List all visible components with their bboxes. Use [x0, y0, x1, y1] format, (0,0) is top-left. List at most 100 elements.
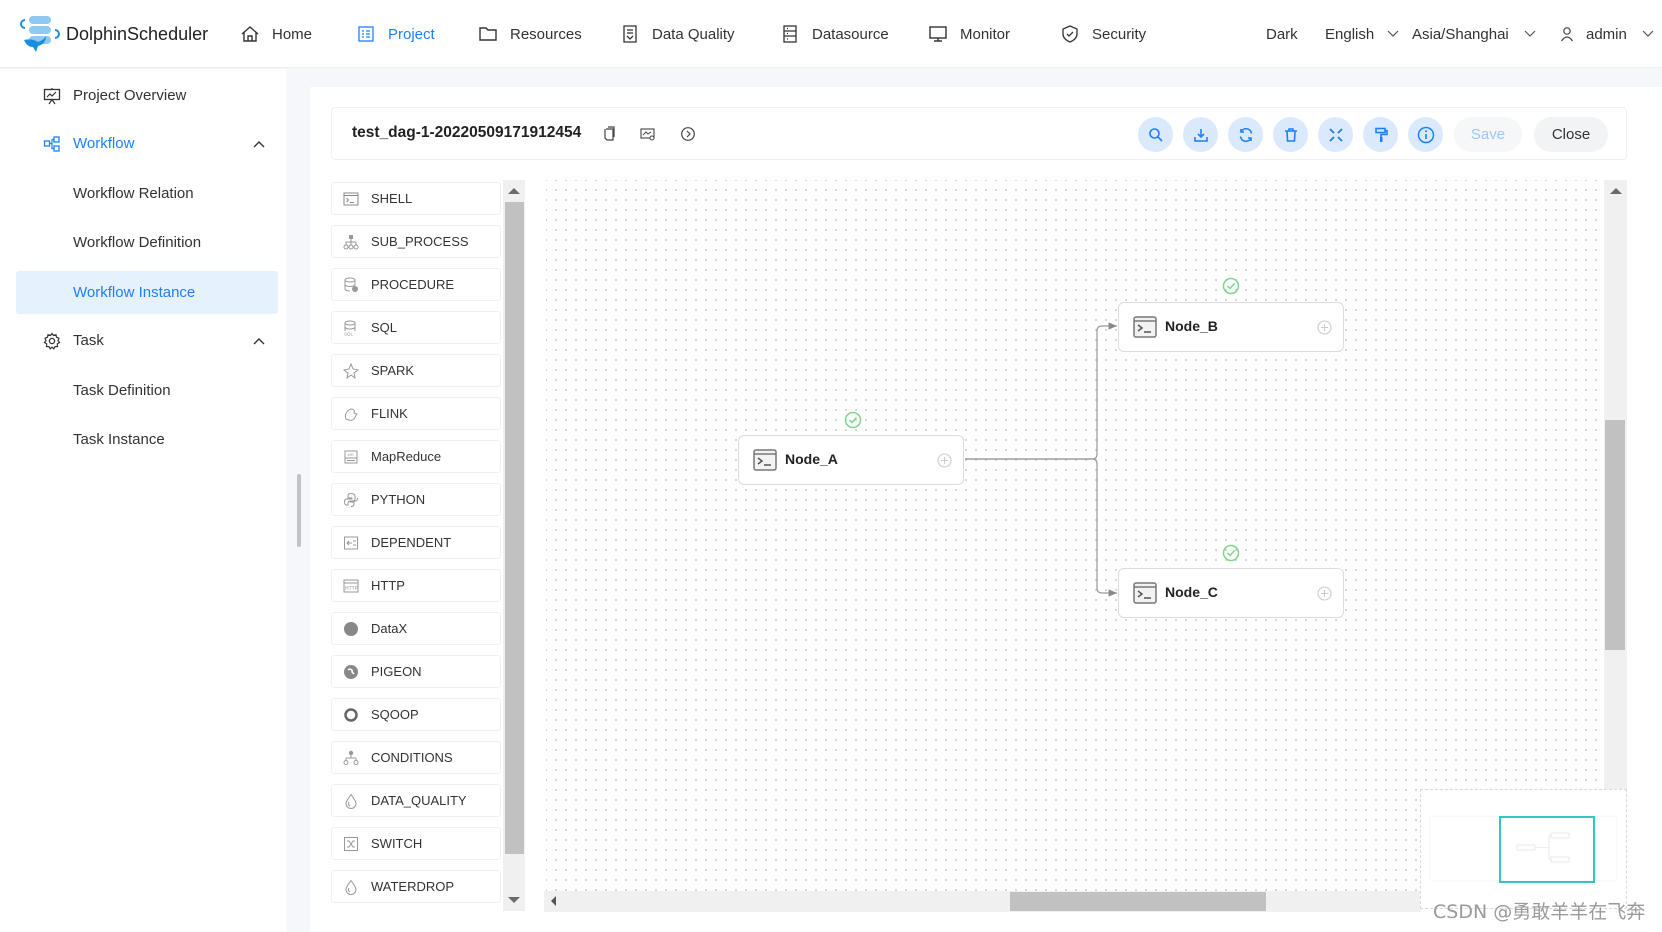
scrollbar-thumb[interactable] — [505, 202, 524, 854]
sql-icon: SQL — [342, 319, 360, 337]
scrollbar-thumb[interactable] — [1605, 420, 1625, 650]
task-type-label: FLINK — [371, 406, 408, 421]
scroll-down-arrow-icon[interactable] — [508, 897, 520, 903]
node-name: Node_B — [1165, 318, 1218, 334]
sidebar-item-project-overview[interactable]: Project Overview — [16, 74, 278, 117]
canvas-vertical-scrollbar[interactable] — [1604, 180, 1627, 790]
task-type-http[interactable]: HTTP HTTP — [331, 569, 501, 602]
sidebar-item-workflow-relation[interactable]: Workflow Relation — [16, 172, 278, 215]
task-type-mapreduce[interactable]: MR MapReduce — [331, 440, 501, 473]
dag-canvas[interactable]: Node_A Node_B Node_C — [546, 180, 1604, 891]
user-dropdown[interactable]: admin — [1560, 20, 1655, 48]
run-startup-params-icon[interactable] — [679, 125, 697, 143]
task-list-scrollbar[interactable] — [503, 180, 525, 911]
task-type-datax[interactable]: DataX — [331, 612, 501, 645]
user-icon — [1560, 26, 1574, 42]
close-button[interactable]: Close — [1534, 117, 1608, 152]
info-button[interactable] — [1408, 117, 1443, 152]
task-type-dependent[interactable]: DEPENDENT — [331, 526, 501, 559]
task-type-flink[interactable]: FLINK — [331, 397, 501, 430]
language-dropdown[interactable]: English — [1325, 20, 1400, 48]
pigeon-icon — [342, 663, 360, 681]
add-downstream-icon[interactable] — [1317, 586, 1332, 601]
sidebar-item-task-definition[interactable]: Task Definition — [16, 369, 278, 412]
theme-label: Dark — [1266, 25, 1298, 43]
nav-project[interactable]: Project — [356, 20, 435, 48]
minimap-viewport[interactable] — [1499, 816, 1595, 883]
nav-data-quality-label: Data Quality — [652, 25, 735, 43]
task-type-python[interactable]: PYTHON — [331, 483, 501, 516]
nav-resources-label: Resources — [510, 25, 582, 43]
task-type-label: SWITCH — [371, 836, 423, 851]
task-type-label: SPARK — [371, 363, 415, 378]
nav-security[interactable]: Security — [1060, 20, 1146, 48]
sidebar-item-workflow-definition[interactable]: Workflow Definition — [16, 221, 278, 264]
scrollbar-thumb[interactable] — [1010, 892, 1266, 911]
view-variables-icon[interactable] — [639, 125, 657, 143]
theme-toggle[interactable]: Dark — [1266, 20, 1298, 48]
svg-text:HTTP: HTTP — [345, 586, 359, 592]
add-downstream-icon[interactable] — [937, 453, 952, 468]
dag-node[interactable]: Node_B — [1118, 302, 1344, 352]
sqoop-icon — [342, 706, 360, 724]
task-type-label: SQOOP — [371, 707, 419, 722]
nav-resources[interactable]: Resources — [478, 20, 582, 48]
task-type-switch[interactable]: SWITCH — [331, 827, 501, 860]
refresh-button[interactable] — [1228, 117, 1263, 152]
minimap[interactable] — [1420, 789, 1627, 909]
top-navigation-bar: DolphinScheduler Home Project Resources … — [0, 0, 1662, 68]
task-type-conditions[interactable]: CONDITIONS — [331, 741, 501, 774]
save-button[interactable]: Save — [1454, 117, 1522, 152]
format-button[interactable] — [1363, 117, 1398, 152]
dag-node[interactable]: Node_C — [1118, 568, 1344, 618]
chevron-up-icon[interactable] — [252, 137, 266, 151]
success-check-icon — [1222, 544, 1240, 562]
search-button[interactable] — [1138, 117, 1173, 152]
workflow-icon — [42, 134, 62, 154]
folder-icon — [478, 24, 498, 44]
task-type-sqoop[interactable]: SQOOP — [331, 698, 501, 731]
timezone-label: Asia/Shanghai — [1412, 25, 1509, 43]
nav-datasource[interactable]: Datasource — [780, 20, 889, 48]
fullscreen-button[interactable] — [1318, 117, 1353, 152]
chevron-up-icon[interactable] — [252, 334, 266, 348]
shell-icon — [1133, 582, 1157, 604]
canvas-horizontal-scrollbar[interactable] — [544, 891, 1421, 912]
data-quality-task-icon — [342, 792, 360, 810]
task-type-spark[interactable]: SPARK — [331, 354, 501, 387]
nav-data-quality[interactable]: Data Quality — [620, 20, 735, 48]
logo[interactable]: DolphinScheduler — [18, 14, 208, 54]
task-type-waterdrop[interactable]: WATERDROP — [331, 870, 501, 903]
sidebar-item-workflow-instance[interactable]: Workflow Instance — [16, 271, 278, 314]
download-button[interactable] — [1183, 117, 1218, 152]
scroll-up-arrow-icon[interactable] — [1610, 188, 1622, 194]
scroll-up-arrow-icon[interactable] — [508, 188, 520, 194]
gear-icon — [42, 331, 62, 351]
timezone-dropdown[interactable]: Asia/Shanghai — [1412, 20, 1537, 48]
task-type-data-quality[interactable]: DATA_QUALITY — [331, 784, 501, 817]
task-type-label: WATERDROP — [371, 879, 455, 894]
sidebar-resize-handle[interactable] — [297, 474, 301, 547]
sidebar-item-task[interactable]: Task — [16, 319, 278, 362]
copy-icon[interactable] — [600, 125, 618, 143]
sidebar-item-task-instance[interactable]: Task Instance — [16, 418, 278, 461]
home-icon — [240, 24, 260, 44]
success-check-icon — [1222, 277, 1240, 295]
task-type-pigeon[interactable]: PIGEON — [331, 655, 501, 688]
shield-icon — [1060, 24, 1080, 44]
chevron-down-icon — [1386, 27, 1400, 41]
task-type-shell[interactable]: SHELL — [331, 182, 501, 215]
nav-home[interactable]: Home — [240, 20, 312, 48]
task-type-procedure[interactable]: PROCEDURE — [331, 268, 501, 301]
svg-text:MR: MR — [348, 452, 354, 457]
sidebar-item-workflow[interactable]: Workflow — [16, 122, 278, 165]
nav-monitor[interactable]: Monitor — [928, 20, 1010, 48]
delete-button[interactable] — [1273, 117, 1308, 152]
scroll-left-arrow-icon[interactable] — [551, 896, 556, 906]
format-brush-icon — [1374, 127, 1388, 142]
shell-icon — [342, 190, 360, 208]
add-downstream-icon[interactable] — [1317, 320, 1332, 335]
dag-node[interactable]: Node_A — [738, 435, 964, 485]
task-type-sub-process[interactable]: SUB_PROCESS — [331, 225, 501, 258]
task-type-sql[interactable]: SQL SQL — [331, 311, 501, 344]
